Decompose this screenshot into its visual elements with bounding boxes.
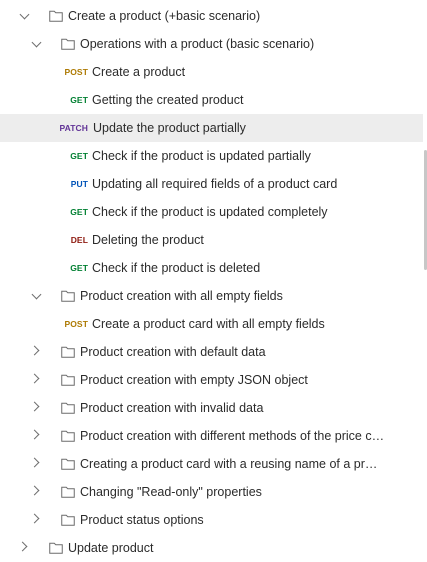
folder-collapsed[interactable]: Product creation with default data: [0, 338, 423, 366]
folder-label: Product creation with default data: [80, 345, 266, 359]
request-item[interactable]: GET Getting the created product: [0, 86, 423, 114]
request-label: Check if the product is updated complete…: [92, 205, 328, 219]
folder-update-product[interactable]: Update product: [0, 534, 423, 562]
folder-collapsed[interactable]: Product creation with empty JSON object: [0, 366, 423, 394]
request-item[interactable]: GET Check if the product is updated part…: [0, 142, 423, 170]
folder-label: Product creation with different methods …: [80, 429, 386, 443]
method-badge-put: PUT: [70, 179, 88, 189]
folder-icon: [61, 346, 75, 358]
request-label: Check if the product is deleted: [92, 261, 261, 275]
method-badge-get: GET: [70, 95, 88, 105]
method-badge-del: DEL: [70, 235, 88, 245]
folder-collapsed[interactable]: Changing "Read-only" properties: [0, 478, 423, 506]
chevron-right-icon[interactable]: [29, 457, 40, 467]
request-item[interactable]: PUT Updating all required fields of a pr…: [0, 170, 423, 198]
folder-label: Operations with a product (basic scenari…: [80, 37, 315, 51]
folder-collapsed[interactable]: Creating a product card with a reusing n…: [0, 450, 423, 478]
folder-icon: [61, 374, 75, 386]
method-badge-post: POST: [64, 319, 88, 329]
request-label: Deleting the product: [92, 233, 204, 247]
folder-collapsed[interactable]: Product status options: [0, 506, 423, 534]
request-item[interactable]: DEL Deleting the product: [0, 226, 423, 254]
folder-icon: [61, 290, 75, 302]
request-label: Updating all required fields of a produc…: [92, 177, 338, 191]
folder-icon: [61, 514, 75, 526]
chevron-right-icon[interactable]: [29, 513, 40, 523]
folder-collapsed[interactable]: Product creation with different methods …: [0, 422, 423, 450]
chevron-right-icon[interactable]: [29, 429, 40, 439]
folder-icon: [61, 458, 75, 470]
request-label: Getting the created product: [92, 93, 244, 107]
chevron-down-icon[interactable]: [19, 9, 30, 19]
folder-collapsed[interactable]: Product creation with invalid data: [0, 394, 423, 422]
collection-tree: Create a product (+basic scenario) Opera…: [0, 2, 423, 562]
request-item[interactable]: GET Check if the product is updated comp…: [0, 198, 423, 226]
folder-label: Create a product (+basic scenario): [68, 9, 261, 23]
request-item[interactable]: POST Create a product: [0, 58, 423, 86]
folder-icon: [61, 486, 75, 498]
folder-label: Update product: [68, 541, 154, 555]
folder-label: Product creation with all empty fields: [80, 289, 283, 303]
chevron-right-icon[interactable]: [29, 345, 40, 355]
chevron-right-icon[interactable]: [29, 485, 40, 495]
method-badge-get: GET: [70, 207, 88, 217]
chevron-down-icon[interactable]: [31, 37, 42, 47]
request-item[interactable]: GET Check if the product is deleted: [0, 254, 423, 282]
request-label: Create a product card with all empty fie…: [92, 317, 325, 331]
request-item-selected[interactable]: PATCH Update the product partially: [0, 114, 423, 142]
chevron-right-icon[interactable]: [17, 541, 28, 551]
folder-icon: [49, 10, 63, 22]
folder-icon: [61, 402, 75, 414]
folder-icon: [61, 430, 75, 442]
method-badge-get: GET: [70, 263, 88, 273]
folder-label: Product status options: [80, 513, 204, 527]
folder-label: Product creation with empty JSON object: [80, 373, 308, 387]
method-badge-patch: PATCH: [59, 123, 88, 133]
request-label: Check if the product is updated partiall…: [92, 149, 311, 163]
chevron-right-icon[interactable]: [29, 401, 40, 411]
request-label: Create a product: [92, 65, 186, 79]
folder-empty-fields[interactable]: Product creation with all empty fields: [0, 282, 423, 310]
request-label: Update the product partially: [93, 121, 246, 135]
folder-label: Product creation with invalid data: [80, 401, 264, 415]
folder-create-a-product[interactable]: Create a product (+basic scenario): [0, 2, 423, 30]
chevron-right-icon[interactable]: [29, 373, 40, 383]
chevron-down-icon[interactable]: [31, 289, 42, 299]
folder-label: Changing "Read-only" properties: [80, 485, 262, 499]
method-badge-get: GET: [70, 151, 88, 161]
method-badge-post: POST: [64, 67, 88, 77]
folder-label: Creating a product card with a reusing n…: [80, 457, 384, 471]
folder-icon: [61, 38, 75, 50]
folder-operations-basic-scenario[interactable]: Operations with a product (basic scenari…: [0, 30, 423, 58]
request-item[interactable]: POST Create a product card with all empt…: [0, 310, 423, 338]
